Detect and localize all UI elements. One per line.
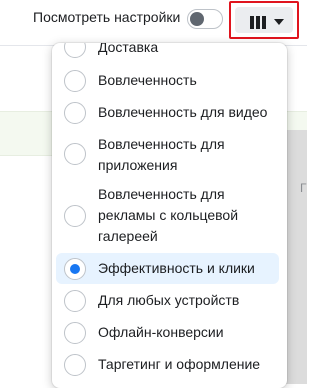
toggle-knob: [190, 12, 204, 26]
menu-item-label: Таргетинг и оформление: [98, 356, 261, 372]
radio-button-selected[interactable]: [64, 258, 86, 280]
menu-item-cross-device[interactable]: Для любых устройств: [56, 285, 279, 317]
radio-button[interactable]: [64, 70, 86, 92]
menu-item-label: Эффективность и клики: [98, 260, 255, 276]
page-scrollbar[interactable]: [285, 130, 307, 384]
radio-button[interactable]: [64, 143, 86, 165]
columns-menu: Доставка Вовлеченность Вовлеченность для…: [52, 43, 287, 388]
menu-item-label: Вовлеченность для рекламы с кольцевой га…: [98, 186, 239, 244]
menu-item-label: Вовлеченность для приложения: [98, 136, 225, 173]
view-settings-toggle[interactable]: [187, 9, 223, 29]
radio-button[interactable]: [64, 205, 86, 227]
radio-button[interactable]: [64, 322, 86, 344]
menu-item-label: Офлайн-конверсии: [98, 324, 224, 340]
columns-button-inner: [235, 7, 293, 33]
truncated-header-text: Г: [300, 181, 307, 195]
menu-item-delivery[interactable]: Доставка: [56, 43, 279, 59]
menu-item-offline-conversions[interactable]: Офлайн-конверсии: [56, 317, 279, 349]
menu-item-video-engagement[interactable]: Вовлеченность для видео: [56, 97, 279, 129]
menu-item-label: Для любых устройств: [98, 292, 240, 308]
radio-button[interactable]: [64, 43, 86, 58]
radio-button[interactable]: [64, 354, 86, 376]
radio-button[interactable]: [64, 290, 86, 312]
menu-item-targeting-creative[interactable]: Таргетинг и оформление: [56, 349, 279, 381]
radio-button[interactable]: [64, 102, 86, 124]
menu-item-carousel-engagement[interactable]: Вовлеченность для рекламы с кольцевой га…: [56, 179, 279, 253]
columns-dropdown-button[interactable]: [229, 1, 299, 39]
view-settings-label: Посмотреть настройки: [33, 9, 181, 25]
menu-item-engagement[interactable]: Вовлеченность: [56, 65, 279, 97]
columns-icon: [250, 16, 266, 29]
chevron-down-icon: [274, 19, 284, 25]
menu-item-label: Доставка: [98, 43, 159, 55]
menu-item-label: Вовлеченность для видео: [98, 104, 268, 120]
menu-item-performance-clicks[interactable]: Эффективность и клики: [56, 253, 279, 284]
menu-item-app-engagement[interactable]: Вовлеченность для приложения: [56, 129, 279, 179]
menu-item-label: Вовлеченность: [98, 72, 197, 88]
